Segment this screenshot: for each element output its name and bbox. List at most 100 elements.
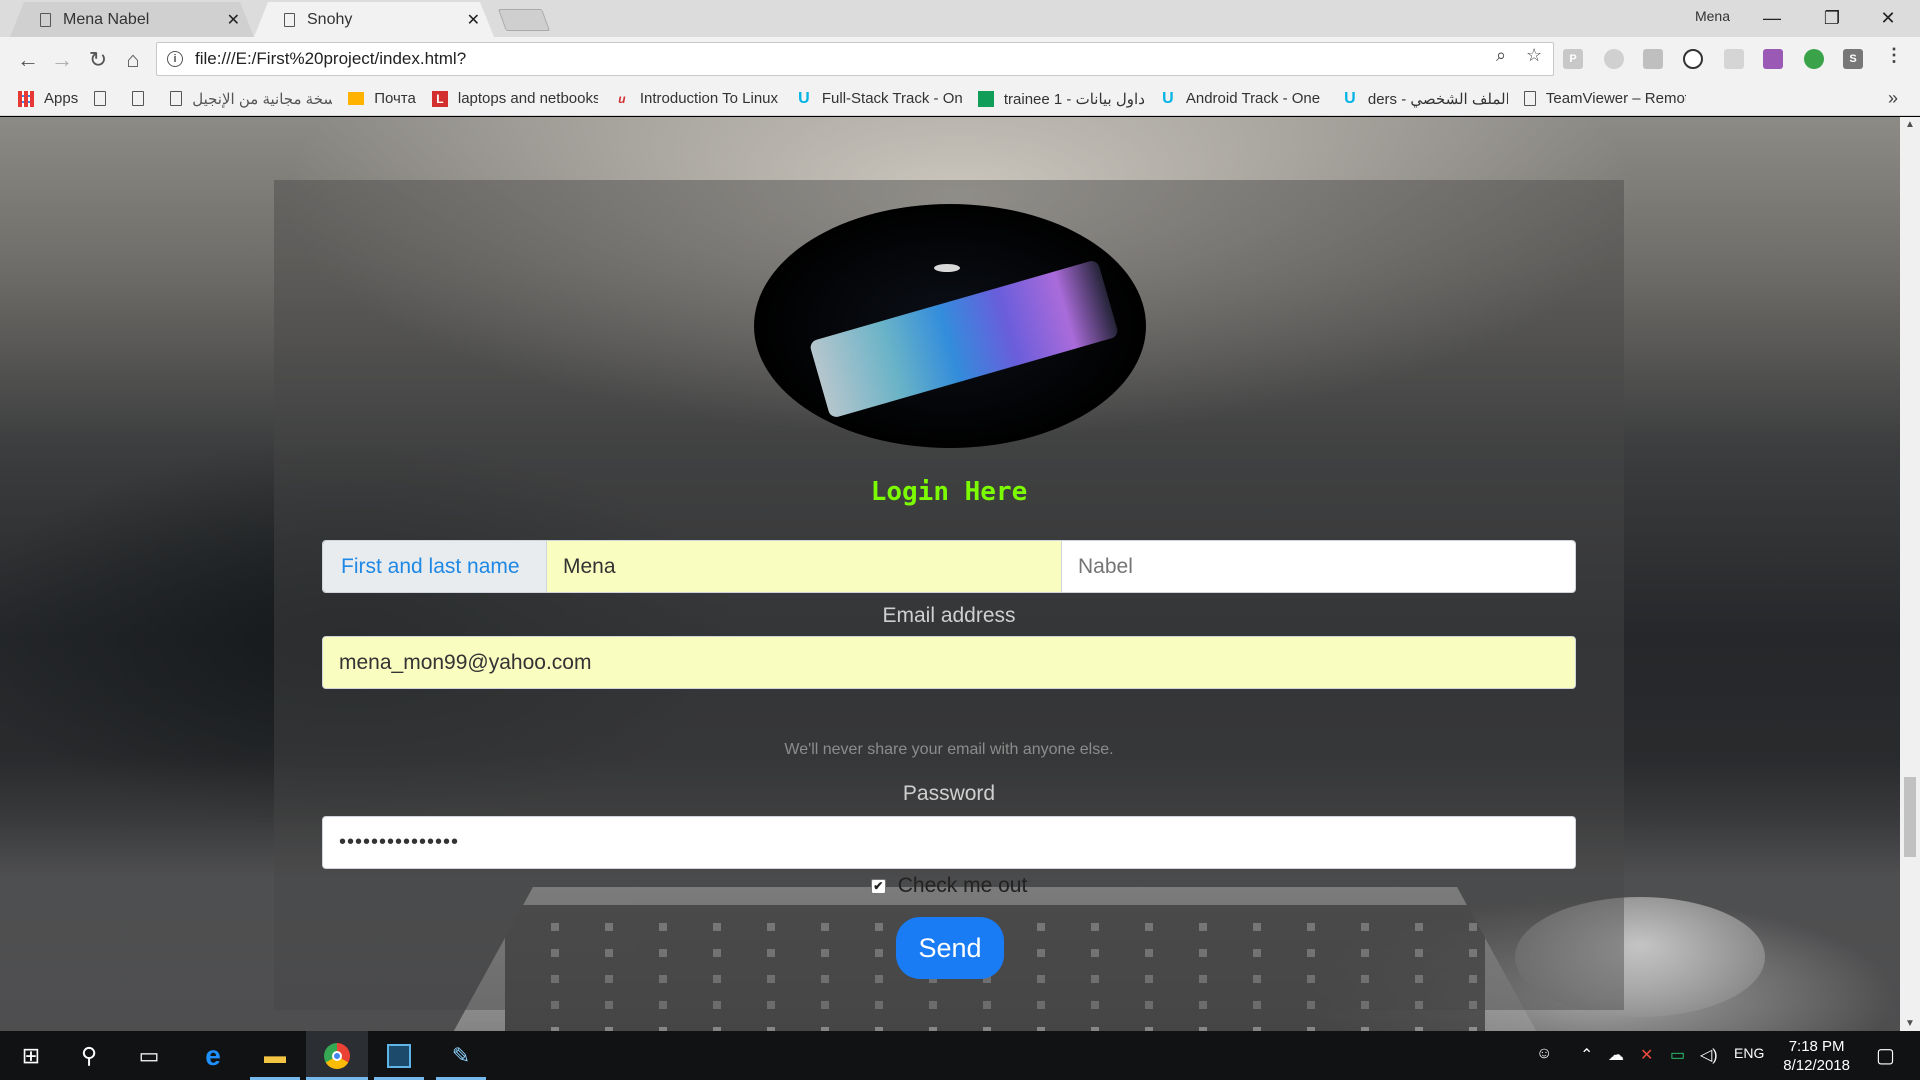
bookmark-profile[interactable]: U ders - الملف الشخصي (1342, 90, 1508, 108)
document-icon (40, 13, 51, 27)
people-icon[interactable]: ☺ (1536, 1045, 1552, 1063)
send-button[interactable]: Send (896, 917, 1004, 979)
email-label: Email address (882, 604, 1016, 627)
bookmark-teamviewer[interactable]: TeamViewer – Remote (1523, 90, 1686, 107)
onedrive-icon[interactable]: ☁ (1608, 1045, 1624, 1065)
checkbox-label: Check me out (897, 874, 1028, 897)
extension-icon[interactable] (1724, 49, 1744, 69)
password-label: Password (902, 782, 996, 805)
close-tab-icon[interactable]: ✕ (227, 10, 240, 30)
email-hint: We'll never share your email with anyone… (784, 741, 1114, 758)
show-hidden-icons[interactable]: ⌃ (1580, 1045, 1593, 1065)
udacity-icon: U (798, 89, 810, 107)
email-field[interactable] (322, 636, 1576, 689)
profile-name[interactable]: Mena (1695, 8, 1730, 24)
close-window-button[interactable]: ✕ (1860, 3, 1916, 33)
menu-icon[interactable]: ⋮ (1885, 45, 1903, 66)
page-title: Login Here (870, 477, 1028, 507)
pdf-extension-icon[interactable]: P (1563, 49, 1583, 69)
windows-taskbar: ⊞ ⚲ ▭ e ▬ ✎ ☺ ⌃ ☁ ✕ ▭ ◁) ENG 7:18 PM 8/1… (0, 1031, 1920, 1080)
url-text: file:///E:/First%20project/index.html? (195, 49, 467, 68)
tab-snohy[interactable]: Snohy ✕ (254, 2, 494, 37)
back-button[interactable]: ← (12, 44, 44, 76)
apps-grid-icon (18, 90, 34, 107)
new-tab-button[interactable] (497, 9, 551, 31)
page-scrollbar[interactable]: ▲ ▼ (1900, 117, 1920, 1031)
bookmark-document[interactable] (94, 91, 116, 106)
password-field[interactable]: ••••••••••••••• (322, 816, 1576, 869)
check-me-out-checkbox[interactable]: ✔ (870, 878, 886, 894)
minimize-button[interactable]: — (1744, 3, 1800, 33)
browser-titlebar: Mena Nabel ✕ Snohy ✕ Mena — ❐ ✕ (0, 0, 1920, 37)
scrollbar-thumb[interactable] (1904, 777, 1916, 857)
document-icon (284, 13, 295, 27)
windows-start-icon[interactable]: ⊞ (0, 1031, 62, 1080)
address-bar[interactable]: i file:///E:/First%20project/index.html? (156, 42, 1554, 76)
scroll-down-arrow[interactable]: ▼ (1900, 1018, 1920, 1029)
file-explorer-icon[interactable]: ▬ (244, 1031, 306, 1080)
name-addon-label: First and last name (323, 541, 547, 592)
mail-icon (348, 92, 365, 105)
search-icon[interactable]: ⚲ (58, 1031, 120, 1080)
sheets-icon (977, 90, 994, 107)
bookmark-document[interactable] (132, 91, 154, 106)
name-input-group: First and last name (322, 540, 1576, 593)
maximize-button[interactable]: ❐ (1804, 3, 1860, 33)
bookmarks-bar: Apps نسخة مجانية من الإنجيل Почта L lapt… (0, 82, 1920, 116)
globe-extension-icon[interactable] (1804, 49, 1824, 69)
scroll-up-arrow[interactable]: ▲ (1900, 119, 1920, 130)
edge-icon[interactable]: e (182, 1031, 244, 1080)
speed-extension-icon[interactable] (1683, 49, 1703, 69)
first-name-input[interactable] (547, 541, 1062, 592)
laptop-hero-image (754, 204, 1146, 448)
s-extension-icon[interactable]: S (1843, 49, 1863, 69)
info-icon[interactable]: i (167, 51, 183, 67)
bookmark-trainee[interactable]: trainee 1 - جداول بيانات (977, 90, 1144, 108)
clock-date: 8/12/2018 (1783, 1057, 1850, 1074)
bookmark-mail[interactable]: Почта (348, 90, 416, 107)
more-bookmarks-button[interactable]: » (1888, 88, 1898, 109)
language-indicator[interactable]: ENG (1734, 1045, 1764, 1061)
browser-toolbar: ← → ↻ ⌂ i file:///E:/First%20project/ind… (0, 37, 1920, 82)
udacity-icon: U (1162, 89, 1174, 107)
bookmark-apps[interactable]: Apps (18, 90, 78, 107)
taskbar-clock[interactable]: 7:18 PM 8/12/2018 (1783, 1037, 1850, 1075)
chrome-icon[interactable] (306, 1031, 368, 1080)
bookmark-android[interactable]: U Android Track - One (1160, 89, 1326, 108)
task-view-icon[interactable]: ▭ (118, 1031, 180, 1080)
bookmark-full-stack[interactable]: U Full-Stack Track - One (796, 89, 962, 108)
extension-icon[interactable] (1604, 49, 1624, 69)
clock-time: 7:18 PM (1788, 1038, 1845, 1055)
bookmark-laptops[interactable]: L laptops and netbooks (431, 90, 598, 107)
zoom-icon[interactable]: ⌕ (1496, 45, 1506, 66)
udacity-icon: U (1344, 89, 1356, 107)
home-button[interactable]: ⌂ (117, 44, 149, 76)
last-name-input[interactable] (1062, 541, 1575, 592)
close-tab-icon[interactable]: ✕ (467, 10, 480, 30)
extension-icon[interactable] (1763, 49, 1783, 69)
login-panel: Login Here First and last name Email add… (274, 180, 1624, 1010)
check-me-out-row: ✔ Check me out (274, 874, 1624, 898)
u-logo-icon: u (618, 91, 626, 106)
tab-mena-nabel[interactable]: Mena Nabel ✕ (10, 2, 254, 37)
action-center-icon[interactable]: ▢ (1876, 1043, 1895, 1068)
bookmark-intro-linux[interactable]: u Introduction To Linux (614, 90, 780, 107)
tab-title: Mena Nabel (63, 10, 150, 28)
l-logo-icon: L (431, 90, 448, 107)
page-viewport: Login Here First and last name Email add… (0, 117, 1900, 1031)
bookmark-free-bible[interactable]: نسخة مجانية من الإنجيل (170, 90, 332, 108)
bookmark-star-icon[interactable]: ☆ (1526, 45, 1542, 66)
document-icon (94, 91, 107, 106)
document-icon (132, 91, 145, 106)
volume-icon[interactable]: ◁) (1700, 1045, 1718, 1065)
bookmark-extension-icon[interactable] (1643, 49, 1663, 69)
network-icon[interactable]: ✕ (1640, 1045, 1653, 1065)
tab-title: Snohy (307, 10, 353, 28)
pinned-app-icon[interactable] (368, 1031, 430, 1080)
battery-icon[interactable]: ▭ (1670, 1045, 1685, 1065)
document-icon (1523, 91, 1536, 106)
reload-button[interactable]: ↻ (82, 44, 114, 76)
paint-app-icon[interactable]: ✎ (430, 1031, 492, 1080)
document-icon (170, 91, 183, 106)
forward-button[interactable]: → (46, 44, 78, 76)
